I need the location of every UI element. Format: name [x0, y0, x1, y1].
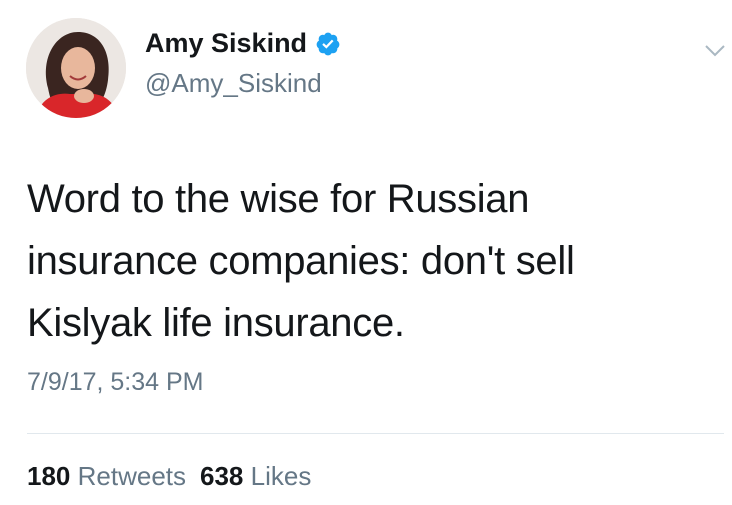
verified-badge-icon	[316, 32, 340, 55]
divider	[27, 433, 724, 434]
likes-count: 638	[200, 461, 244, 491]
profile-photo-icon	[26, 18, 126, 118]
tweet-stats: 180 Retweets 638 Likes	[27, 461, 311, 492]
tweet-text-line: Kislyak life insurance.	[27, 301, 405, 345]
likes-stat[interactable]: 638 Likes	[200, 461, 311, 491]
tweet-text: Word to the wise for Russian insurance c…	[27, 168, 707, 354]
tweet-text-line: Word to the wise for Russian	[27, 177, 530, 221]
author-name[interactable]: Amy Siskind	[145, 28, 341, 59]
tweet-timestamp[interactable]: 7/9/17, 5:34 PM	[27, 368, 204, 397]
tweet-text-line: insurance companies: don't sell	[27, 239, 575, 283]
chevron-down-icon[interactable]	[700, 38, 730, 62]
retweets-label: Retweets	[77, 461, 187, 491]
author-handle[interactable]: @Amy_Siskind	[145, 68, 322, 99]
display-name[interactable]: Amy Siskind	[145, 28, 307, 59]
likes-label: Likes	[250, 461, 312, 491]
avatar[interactable]	[26, 18, 126, 118]
retweets-count: 180	[27, 461, 71, 491]
retweets-stat[interactable]: 180 Retweets	[27, 461, 186, 491]
